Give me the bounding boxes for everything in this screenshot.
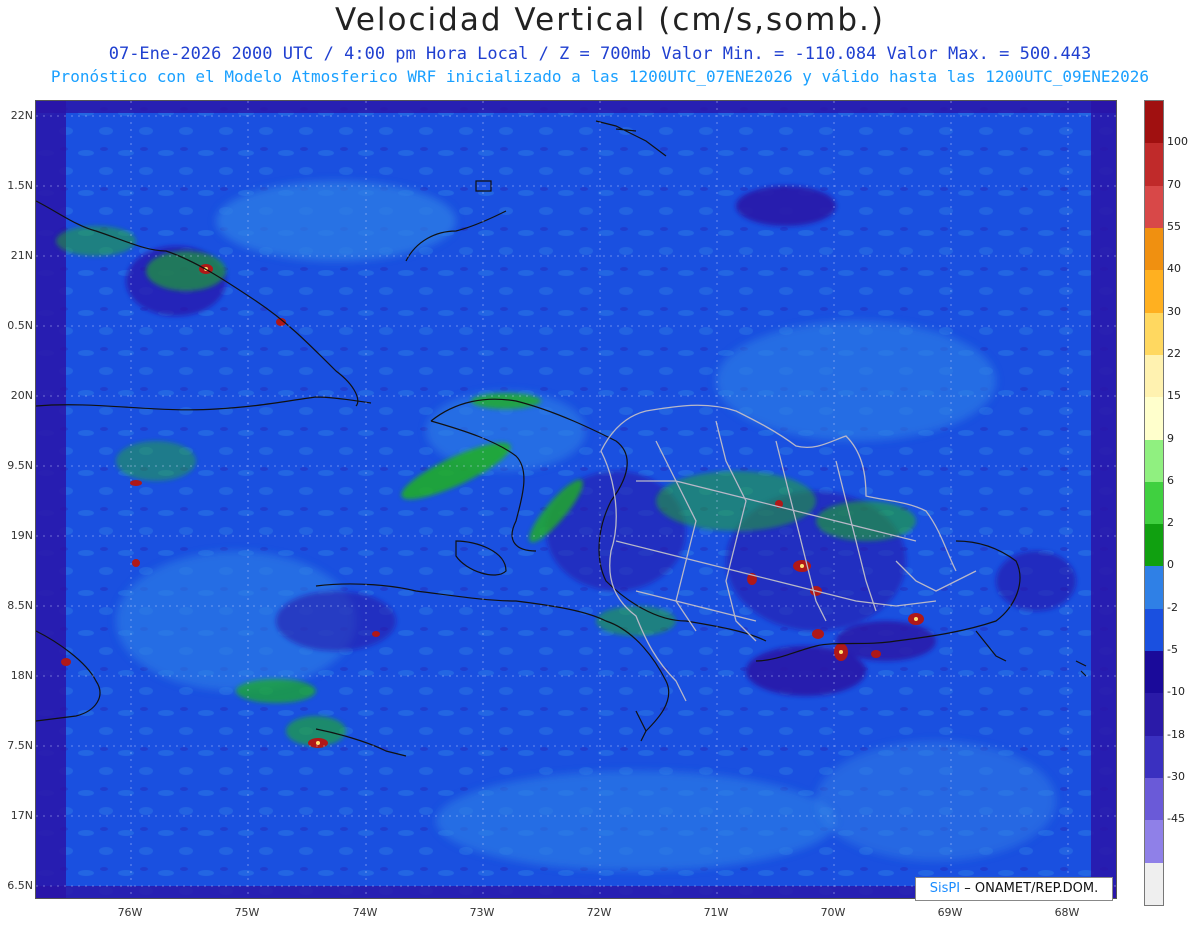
chart-title: Velocidad Vertical (cm/s,somb.) <box>335 2 885 38</box>
color-scale-segment <box>1145 862 1163 906</box>
color-scale-segment <box>1145 185 1163 229</box>
color-scale-segment <box>1145 778 1163 821</box>
color-scale-label: -18 <box>1167 727 1185 741</box>
lon-label: 74W <box>352 906 378 919</box>
color-scale-segment <box>1145 481 1163 525</box>
lat-label: 1.5N <box>7 179 33 192</box>
lat-label: 20N <box>10 389 33 402</box>
lat-label: 18N <box>10 669 33 682</box>
color-scale-segment <box>1145 608 1163 652</box>
color-scale-label: -10 <box>1167 685 1185 699</box>
color-scale-label: 70 <box>1167 177 1181 191</box>
color-scale-segment <box>1145 312 1163 356</box>
credit-text: – ONAMET/REP.DOM. <box>964 881 1099 896</box>
source-credit: SisPI – ONAMET/REP.DOM. <box>915 877 1113 901</box>
west-edge-band <box>36 101 66 898</box>
lon-label: 71W <box>703 906 729 919</box>
color-scale-segment <box>1145 566 1163 610</box>
lon-label: 76W <box>117 906 143 919</box>
lon-label: 70W <box>820 906 846 919</box>
east-edge-band <box>1091 101 1116 898</box>
color-scale-label: -45 <box>1167 812 1185 826</box>
subtitle-model-info: Pronóstico con el Modelo Atmosferico WRF… <box>50 67 1150 86</box>
color-scale-label: 55 <box>1167 219 1181 233</box>
north-edge-band <box>36 101 1116 113</box>
color-scale-label: 2 <box>1167 516 1174 530</box>
lon-label: 68W <box>1054 906 1080 919</box>
lat-label: 19N <box>10 529 33 542</box>
lon-label: 75W <box>234 906 260 919</box>
lon-label: 69W <box>937 906 963 919</box>
lat-label: 9.5N <box>7 459 33 472</box>
lon-label: 73W <box>469 906 495 919</box>
color-scale-label: -2 <box>1167 600 1178 614</box>
lat-label: 8.5N <box>7 599 33 612</box>
lat-label: 6.5N <box>7 879 33 892</box>
lat-label: 17N <box>10 809 33 822</box>
lat-label: 21N <box>10 249 33 262</box>
color-scale-label: 6 <box>1167 473 1174 487</box>
color-scale-segment <box>1145 735 1163 779</box>
color-scale-segment <box>1145 439 1163 483</box>
color-scale-label: 22 <box>1167 346 1181 360</box>
lat-label: 22N <box>10 109 33 122</box>
color-scale-label: 15 <box>1167 389 1181 403</box>
sispi-logo-text: SisPI <box>929 881 961 896</box>
color-scale-label: -5 <box>1167 643 1178 657</box>
color-scale-segment <box>1145 651 1163 694</box>
color-scale-label: 40 <box>1167 262 1181 276</box>
color-scale-label: 30 <box>1167 304 1181 318</box>
color-scale-segment <box>1145 820 1163 864</box>
color-scale-label: -30 <box>1167 770 1185 784</box>
color-scale-segment <box>1145 397 1163 441</box>
color-scale-bar <box>1144 100 1164 906</box>
lat-label: 0.5N <box>7 319 33 332</box>
color-scale-label: 100 <box>1167 135 1188 149</box>
color-scale-segment <box>1145 354 1163 398</box>
subtitle-time-info: 07-Ene-2026 2000 UTC / 4:00 pm Hora Loca… <box>108 44 1092 64</box>
lat-label: 7.5N <box>7 739 33 752</box>
color-scale-segment <box>1145 101 1163 144</box>
color-scale-label: 0 <box>1167 558 1174 572</box>
color-scale-segment <box>1145 143 1163 187</box>
color-scale-segment <box>1145 524 1163 567</box>
color-scale-segment <box>1145 693 1163 737</box>
map-canvas <box>36 101 1116 898</box>
color-scale-label: 9 <box>1167 431 1174 445</box>
color-scale-segment <box>1145 227 1163 271</box>
color-scale-segment <box>1145 270 1163 314</box>
lon-label: 72W <box>586 906 612 919</box>
forecast-map <box>35 100 1117 899</box>
